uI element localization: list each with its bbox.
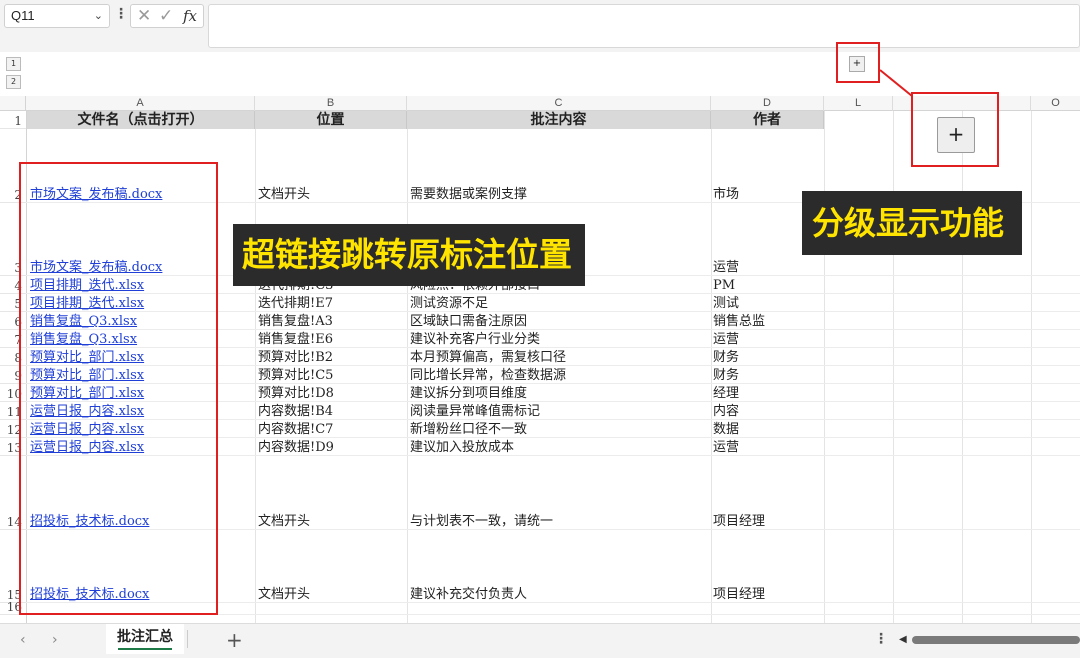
next-sheet-icon[interactable]: ›: [52, 632, 58, 648]
sheet-tab-active[interactable]: 批注汇总: [106, 624, 184, 654]
active-tab-underline: [118, 648, 172, 650]
add-sheet-icon[interactable]: +: [226, 628, 243, 652]
horizontal-scrollbar[interactable]: [912, 636, 1080, 644]
tab-divider: [187, 630, 188, 648]
scroll-left-icon[interactable]: ◀: [899, 634, 907, 645]
prev-sheet-icon[interactable]: ‹: [20, 632, 26, 648]
outline-callout: 分级显示功能: [802, 191, 1022, 255]
more-vertical-icon[interactable]: ⋮: [874, 631, 888, 647]
sheet-tab-label: 批注汇总: [117, 629, 173, 645]
sheet-tab-bar: ‹ › 批注汇总 + ⋮ ◀: [0, 623, 1080, 658]
outline-expand-zoom-button[interactable]: +: [937, 117, 975, 153]
